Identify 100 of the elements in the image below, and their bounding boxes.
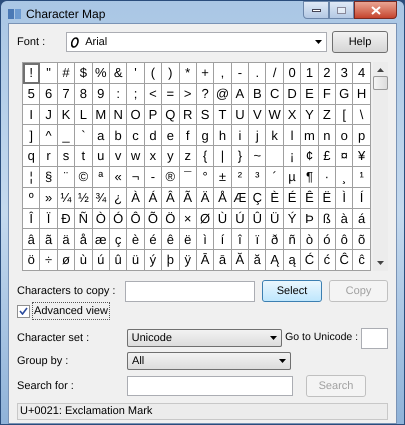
character-cell[interactable]: È — [266, 188, 284, 209]
character-cell[interactable]: Ì — [336, 188, 354, 209]
character-cell[interactable]: c — [127, 125, 145, 146]
character-cell[interactable]: = — [162, 84, 180, 105]
character-cell[interactable]: ä — [58, 229, 76, 250]
character-cell[interactable]: Z — [318, 104, 336, 126]
character-cell[interactable]: ® — [162, 166, 180, 188]
character-cell[interactable]: , — [214, 63, 232, 84]
character-cell[interactable]: ' — [127, 63, 145, 84]
character-cell[interactable]: ¨ — [58, 166, 76, 188]
character-cell[interactable]: Ô — [127, 208, 145, 230]
character-cell[interactable]: S — [196, 104, 214, 126]
character-cell[interactable]: H — [353, 84, 371, 105]
character-cell[interactable]: ` — [75, 125, 93, 146]
character-cell[interactable]: ĉ — [353, 250, 371, 271]
character-cell[interactable]: j — [249, 125, 266, 146]
character-cell[interactable]: ç — [110, 229, 128, 250]
character-cell[interactable]: g — [196, 125, 214, 146]
character-cell[interactable]: £ — [318, 146, 336, 167]
character-cell[interactable]: t — [75, 146, 93, 167]
character-cell[interactable]: è — [127, 229, 145, 250]
character-cell[interactable]: ^ — [40, 125, 58, 146]
character-cell[interactable]: L — [75, 104, 93, 126]
character-cell[interactable]: 5 — [23, 84, 40, 105]
character-cell[interactable]: P — [144, 104, 162, 126]
character-cell[interactable]: ¯ — [180, 166, 197, 188]
character-cell[interactable]: Ê — [301, 188, 319, 209]
character-cell[interactable]: k — [266, 125, 284, 146]
character-cell[interactable]: ô — [336, 229, 354, 250]
character-cell[interactable]: 3 — [336, 63, 354, 84]
character-cell[interactable]: r — [40, 146, 58, 167]
character-cell[interactable]: s — [58, 146, 76, 167]
character-cell[interactable]: Â — [162, 188, 180, 209]
character-cell[interactable]: ¢ — [301, 146, 319, 167]
character-cell[interactable]: Ë — [318, 188, 336, 209]
character-cell[interactable]: à — [336, 208, 354, 230]
character-cell[interactable]: Ü — [266, 208, 284, 230]
character-cell[interactable]: ¹ — [353, 166, 371, 188]
character-cell[interactable]: º — [23, 188, 40, 209]
character-cell[interactable]: \ — [353, 104, 371, 126]
select-button[interactable]: Select — [262, 280, 322, 302]
character-cell[interactable]: W — [266, 104, 284, 126]
font-dropdown[interactable]: Arial — [66, 32, 327, 52]
character-cell[interactable]: Ç — [249, 188, 266, 209]
character-cell[interactable]: · — [318, 166, 336, 188]
character-cell[interactable]: À — [127, 188, 145, 209]
character-cell[interactable]: ) — [162, 63, 180, 84]
character-cell[interactable]: v — [110, 146, 128, 167]
character-cell[interactable]: Ö — [162, 208, 180, 230]
character-cell[interactable]: F — [318, 84, 336, 105]
character-cell[interactable]: Ù — [214, 208, 232, 230]
character-cell[interactable]: C — [266, 84, 284, 105]
character-cell[interactable]: < — [144, 84, 162, 105]
character-cell[interactable]: / — [266, 63, 284, 84]
character-cell[interactable]: Ä — [196, 188, 214, 209]
character-cell[interactable]: ë — [180, 229, 197, 250]
character-cell[interactable]: q — [23, 146, 40, 167]
character-cell[interactable]: Ñ — [75, 208, 93, 230]
character-cell[interactable]: - — [144, 166, 162, 188]
character-cell[interactable]: ì — [196, 229, 214, 250]
character-cell[interactable]: e — [162, 125, 180, 146]
character-cell[interactable]: O — [127, 104, 145, 126]
character-cell[interactable]: ö — [23, 250, 40, 271]
character-cell[interactable]: ó — [318, 229, 336, 250]
character-cell[interactable]: ° — [196, 166, 214, 188]
character-cell[interactable]: » — [40, 188, 58, 209]
character-cell[interactable]: 6 — [40, 84, 58, 105]
character-cell[interactable]: Ú — [232, 208, 250, 230]
scrollbar-thumb[interactable] — [372, 76, 388, 90]
character-cell[interactable]: b — [110, 125, 128, 146]
character-cell[interactable]: Ĉ — [336, 250, 354, 271]
search-field[interactable] — [127, 376, 293, 396]
character-cell[interactable]: Ò — [92, 208, 110, 230]
character-cell[interactable]: ø — [58, 250, 76, 271]
character-cell[interactable]: « — [110, 166, 128, 188]
character-cell[interactable]: ± — [214, 166, 232, 188]
character-cell[interactable] — [266, 146, 284, 167]
character-cell[interactable]: ñ — [284, 229, 302, 250]
character-cell[interactable]: V — [249, 104, 266, 126]
character-cell[interactable]: Ą — [266, 250, 284, 271]
character-cell[interactable]: n — [318, 125, 336, 146]
character-cell[interactable]: E — [301, 84, 319, 105]
character-cell[interactable]: õ — [353, 229, 371, 250]
character-cell[interactable]: * — [180, 63, 197, 84]
character-cell[interactable]: ê — [162, 229, 180, 250]
character-cell[interactable]: Ć — [301, 250, 319, 271]
character-cell[interactable]: ÷ — [40, 250, 58, 271]
character-cell[interactable]: } — [232, 146, 250, 167]
character-cell[interactable]: 1 — [301, 63, 319, 84]
character-cell[interactable]: f — [180, 125, 197, 146]
character-cell[interactable]: [ — [336, 104, 354, 126]
character-cell[interactable]: ² — [232, 166, 250, 188]
character-cell[interactable]: Ð — [58, 208, 76, 230]
character-cell[interactable]: Û — [249, 208, 266, 230]
character-cell[interactable]: # — [58, 63, 76, 84]
character-cell[interactable]: û — [110, 250, 128, 271]
character-cell[interactable]: ¬ — [127, 166, 145, 188]
character-cell[interactable]: ¾ — [92, 188, 110, 209]
character-cell[interactable]: y — [162, 146, 180, 167]
character-cell[interactable]: Õ — [144, 208, 162, 230]
